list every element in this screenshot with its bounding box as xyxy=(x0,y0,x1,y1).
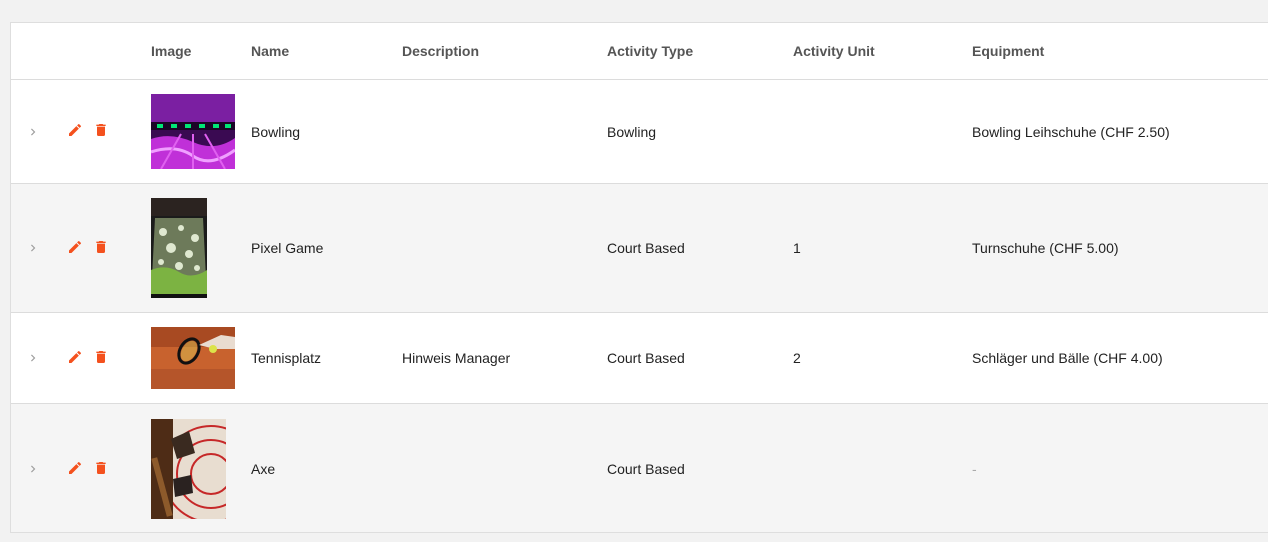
header-activity-unit[interactable]: Activity Unit xyxy=(793,23,875,79)
table-header-row: Image Name Description Activity Type Act… xyxy=(11,23,1268,80)
activity-image-axe xyxy=(151,419,226,519)
trash-icon[interactable] xyxy=(93,239,109,258)
activity-name: Bowling xyxy=(251,123,301,140)
trash-icon[interactable] xyxy=(93,460,109,479)
header-description[interactable]: Description xyxy=(402,23,479,79)
activity-image-tennisplatz xyxy=(151,327,235,389)
activity-type: Court Based xyxy=(607,350,685,366)
pencil-icon[interactable] xyxy=(67,460,83,479)
pencil-icon[interactable] xyxy=(67,122,83,141)
activity-name: Axe xyxy=(251,461,276,477)
activity-image-bowling xyxy=(151,94,235,169)
table-row: Pixel Game Court Based 1 Turnschuhe (CHF… xyxy=(11,184,1268,313)
chevron-right-icon[interactable] xyxy=(25,80,41,183)
chevron-right-icon[interactable] xyxy=(25,313,41,403)
activities-table: Image Name Description Activity Type Act… xyxy=(10,22,1268,533)
activity-equipment: - xyxy=(972,461,977,477)
table-row: Axe Court Based - xyxy=(11,404,1268,532)
pencil-icon[interactable] xyxy=(67,239,83,258)
trash-icon[interactable] xyxy=(93,122,109,141)
header-equipment[interactable]: Equipment xyxy=(972,23,1044,79)
header-image[interactable]: Image xyxy=(151,23,191,79)
chevron-right-icon[interactable] xyxy=(25,404,41,532)
activity-unit: 2 xyxy=(793,350,801,366)
activity-image-pixel-game xyxy=(151,198,207,298)
chevron-right-icon[interactable] xyxy=(25,184,41,312)
header-activity-type[interactable]: Activity Type xyxy=(607,23,693,79)
activity-unit: 1 xyxy=(793,240,801,256)
activity-type: Court Based xyxy=(607,240,685,256)
activity-equipment: Bowling Leihschuhe (CHF 2.50) xyxy=(972,123,1170,140)
activity-type: Court Based xyxy=(607,461,685,477)
activity-name: Pixel Game xyxy=(251,240,324,256)
activity-type: Bowling xyxy=(607,123,657,140)
header-name[interactable]: Name xyxy=(251,23,289,79)
pencil-icon[interactable] xyxy=(67,349,83,368)
table-row: Tennisplatz Hinweis Manager Court Based … xyxy=(11,313,1268,404)
activity-equipment: Turnschuhe (CHF 5.00) xyxy=(972,240,1119,256)
activity-description: Hinweis Manager xyxy=(402,350,511,366)
activity-name: Tennisplatz xyxy=(251,350,322,366)
table-row: Bowling Bowling Bowling Leihschuhe (CHF … xyxy=(11,80,1268,184)
trash-icon[interactable] xyxy=(93,349,109,368)
activity-equipment: Schläger und Bälle (CHF 4.00) xyxy=(972,350,1163,366)
